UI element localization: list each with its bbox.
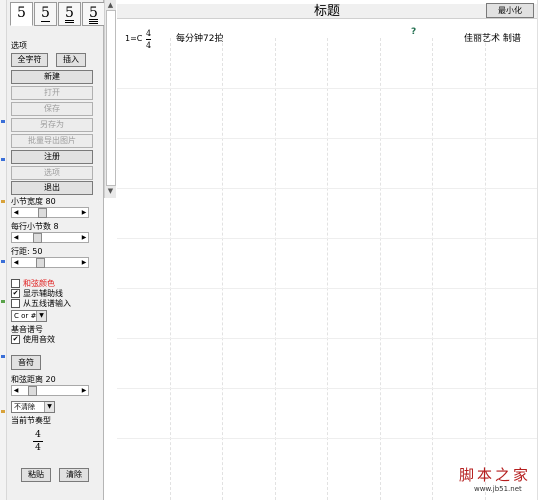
current-meter-label: 当前节奏型 [11, 416, 51, 425]
measure-width-slider[interactable]: ◀ ▶ [11, 207, 89, 218]
exit-button[interactable]: 退出 [11, 181, 93, 195]
slider-thumb[interactable] [27, 386, 37, 396]
measure-divider [432, 38, 433, 500]
use-audio-label: 使用音效 [23, 334, 55, 344]
measure-divider [484, 38, 486, 500]
help-icon[interactable]: ? [411, 27, 416, 37]
slider-thumb[interactable] [35, 258, 45, 268]
control-panel: 5 5 5 5 选项 全字符 插入 新建 打开 保存 另存为 批量导出图片 注册… [7, 0, 106, 500]
measure-divider [169, 38, 171, 500]
new-button[interactable]: 新建 [11, 70, 93, 84]
meter-denominator: 4 [35, 443, 41, 453]
measure-width-label: 小节宽度 80 [11, 197, 56, 206]
options-button[interactable]: 选项 [11, 166, 93, 180]
font-style-tabs: 5 5 5 5 [10, 2, 106, 26]
font-tab-underline[interactable]: 5 [34, 2, 57, 26]
open-button[interactable]: 打开 [11, 86, 93, 100]
font-tab-plain[interactable]: 5 [10, 2, 33, 26]
slider-thumb[interactable] [33, 233, 42, 243]
checkbox-box[interactable]: ✔ [11, 288, 20, 298]
score-title[interactable]: 标题 [117, 5, 537, 19]
chevron-down-icon[interactable]: ▼ [36, 311, 46, 321]
panel-scrollbar[interactable]: ▲ ▼ [104, 0, 116, 198]
scrollbar-thumb[interactable] [106, 10, 116, 186]
measure-divider [327, 38, 328, 500]
show-guides-checkbox[interactable]: ✔ 显示辅助线 [11, 288, 63, 298]
score-canvas[interactable]: 标题 最小化 1=C 4 4 每分钟72拍 ? 佳丽艺术 制谱 [117, 0, 537, 500]
scroll-up-arrow-icon[interactable]: ▲ [105, 0, 116, 10]
window-edge-strip [0, 0, 7, 500]
meter-numerator: 4 [35, 430, 41, 440]
slider-right-arrow-icon[interactable]: ▶ [80, 233, 88, 242]
staff-line-divider [117, 88, 537, 89]
line-spacing-label: 行距: 50 [11, 247, 43, 256]
staff-line-divider [117, 138, 537, 139]
clear-mode-select[interactable]: 不清除 ▼ [11, 401, 55, 413]
line-spacing-slider[interactable]: ◀ ▶ [11, 257, 89, 268]
measures-per-line-label: 每行小节数 8 [11, 222, 59, 231]
chevron-down-icon[interactable]: ▼ [44, 402, 54, 412]
staff-line-divider [117, 288, 537, 289]
watermark-logo: 脚本之家 [459, 466, 532, 484]
register-button[interactable]: 注册 [11, 150, 93, 164]
staff-input-label: 从五线谱输入 [23, 298, 71, 308]
chord-spacing-label: 和弦距离 20 [11, 375, 56, 384]
right-window-edge [537, 0, 548, 500]
font-tab-triple-underline[interactable]: 5 [82, 2, 105, 26]
slider-left-arrow-icon[interactable]: ◀ [12, 258, 20, 267]
font-tab-glyph: 5 [41, 5, 50, 21]
measure-divider [379, 38, 381, 500]
staff-line-divider [117, 338, 537, 339]
current-meter-fraction: 4 4 [33, 430, 43, 453]
slider-left-arrow-icon[interactable]: ◀ [12, 386, 20, 395]
insert-button[interactable]: 插入 [56, 53, 86, 67]
options-label: 选项 [11, 41, 27, 50]
slider-thumb[interactable] [38, 208, 48, 218]
chord-color-checkbox[interactable]: 和弦颜色 [11, 278, 55, 288]
slider-right-arrow-icon[interactable]: ▶ [80, 258, 88, 267]
chord-spacing-slider[interactable]: ◀ ▶ [11, 385, 89, 396]
scroll-down-arrow-icon[interactable]: ▼ [105, 186, 116, 196]
staff-input-checkbox[interactable]: 从五线谱输入 [11, 298, 71, 308]
font-tab-glyph: 5 [17, 5, 26, 21]
save-as-button[interactable]: 另存为 [11, 118, 93, 132]
minimize-button[interactable]: 最小化 [486, 3, 534, 18]
staff-line-divider [117, 188, 537, 189]
checkbox-box[interactable] [11, 278, 20, 288]
measure-divider [274, 38, 276, 500]
batch-export-button[interactable]: 批量导出图片 [11, 134, 93, 148]
font-tab-double-underline[interactable]: 5 [58, 2, 81, 26]
checkbox-box[interactable] [11, 298, 20, 308]
checkbox-box[interactable]: ✔ [11, 334, 20, 344]
clear-button[interactable]: 清除 [59, 468, 89, 482]
staff-line-divider [117, 238, 537, 239]
watermark-url: www.jb51.net [474, 485, 522, 493]
full-char-button[interactable]: 全字符 [11, 53, 48, 67]
save-button[interactable]: 保存 [11, 102, 93, 116]
time-numerator: 4 [146, 29, 152, 38]
staff-line-divider [117, 388, 537, 389]
measure-grid [117, 38, 537, 500]
font-tab-glyph: 5 [65, 5, 74, 21]
use-audio-checkbox[interactable]: ✔ 使用音效 [11, 334, 55, 344]
measures-per-line-slider[interactable]: ◀ ▶ [11, 232, 89, 243]
paste-button[interactable]: 粘贴 [21, 468, 51, 482]
measure-divider [222, 38, 223, 500]
slider-right-arrow-icon[interactable]: ▶ [80, 208, 88, 217]
slider-right-arrow-icon[interactable]: ▶ [80, 386, 88, 395]
staff-line-divider [117, 438, 537, 439]
slider-left-arrow-icon[interactable]: ◀ [12, 208, 20, 217]
clear-mode-value: 不清除 [14, 403, 35, 411]
slider-left-arrow-icon[interactable]: ◀ [12, 233, 20, 242]
note-button[interactable]: 音符 [11, 355, 41, 370]
key-select[interactable]: C or #C ▼ [11, 310, 47, 322]
